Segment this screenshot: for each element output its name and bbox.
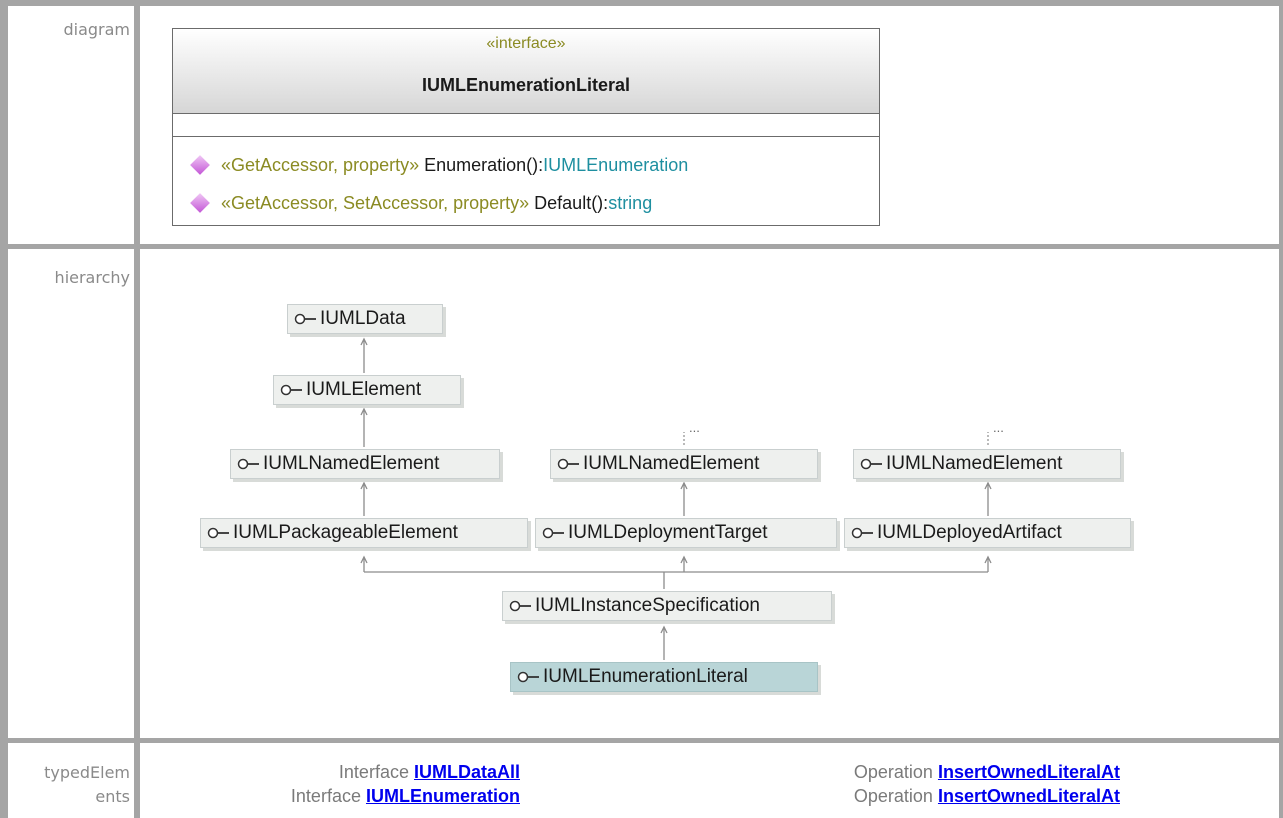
node-label: IUMLPackageableElement <box>233 522 458 543</box>
interface-lollipop-icon <box>237 458 259 470</box>
hierarchy-node-iumldeploymenttarget[interactable]: IUMLDeploymentTarget <box>535 518 837 548</box>
node-label: IUMLDeploymentTarget <box>568 522 768 543</box>
node-label: IUMLDeployedArtifact <box>877 522 1062 543</box>
node-label: IUMLNamedElement <box>263 453 440 474</box>
typed-element-row: Operation InsertOwnedLiteralAt <box>854 762 1120 783</box>
ellipsis-named2: ... <box>689 420 700 435</box>
interface-lollipop-icon <box>542 527 564 539</box>
typed-element-link[interactable]: IUMLDataAll <box>414 762 520 782</box>
interface-lollipop-icon <box>851 527 873 539</box>
typed-element-kind: Operation <box>853 762 933 782</box>
hierarchy-node-iumlinstancespecification[interactable]: IUMLInstanceSpecification <box>502 591 832 621</box>
hierarchy-connectors <box>360 337 992 660</box>
typed-element-link[interactable]: InsertOwnedLiteralAt <box>938 786 1120 806</box>
interface-lollipop-icon <box>557 458 579 470</box>
interface-lollipop-icon <box>294 313 316 325</box>
interface-lollipop-icon <box>280 384 302 396</box>
hierarchy-node-iumlenumerationliteral[interactable]: IUMLEnumerationLiteral <box>510 662 818 692</box>
typed-element-row: Operation InsertOwnedLiteralAt <box>854 786 1120 807</box>
hierarchy-node-iumlnamedelement-1[interactable]: IUMLNamedElement <box>230 449 500 479</box>
interface-lollipop-icon <box>517 671 539 683</box>
hierarchy-node-iumlpackageableelement[interactable]: IUMLPackageableElement <box>200 518 528 548</box>
node-label: IUMLInstanceSpecification <box>535 595 760 616</box>
node-label: IUMLEnumerationLiteral <box>543 666 748 687</box>
node-label: IUMLNamedElement <box>886 453 1063 474</box>
node-label: IUMLNamedElement <box>583 453 760 474</box>
interface-lollipop-icon <box>860 458 882 470</box>
documentation-frame: diagram hierarchy typedElem ents «interf… <box>0 0 1283 818</box>
typed-element-row: Interface IUMLDataAll <box>339 762 520 783</box>
hierarchy-node-iumlelement[interactable]: IUMLElement <box>273 375 461 405</box>
typed-element-row: Interface IUMLEnumeration <box>291 786 520 807</box>
hierarchy-node-iumldata[interactable]: IUMLData <box>287 304 443 334</box>
typed-element-kind: Interface <box>290 786 361 806</box>
interface-lollipop-icon <box>207 527 229 539</box>
hierarchy-node-iumldeployedartifact[interactable]: IUMLDeployedArtifact <box>844 518 1131 548</box>
interface-lollipop-icon <box>509 600 531 612</box>
typed-element-link[interactable]: IUMLEnumeration <box>366 786 520 806</box>
typed-element-link[interactable]: InsertOwnedLiteralAt <box>938 762 1120 782</box>
typed-element-kind: Interface <box>338 762 409 782</box>
hierarchy-node-iumlnamedelement-2[interactable]: IUMLNamedElement <box>550 449 818 479</box>
hierarchy-node-iumlnamedelement-3[interactable]: IUMLNamedElement <box>853 449 1121 479</box>
typed-element-kind: Operation <box>853 786 933 806</box>
ellipsis-named3: ... <box>993 420 1004 435</box>
node-label: IUMLData <box>320 308 406 329</box>
node-label: IUMLElement <box>306 379 422 400</box>
